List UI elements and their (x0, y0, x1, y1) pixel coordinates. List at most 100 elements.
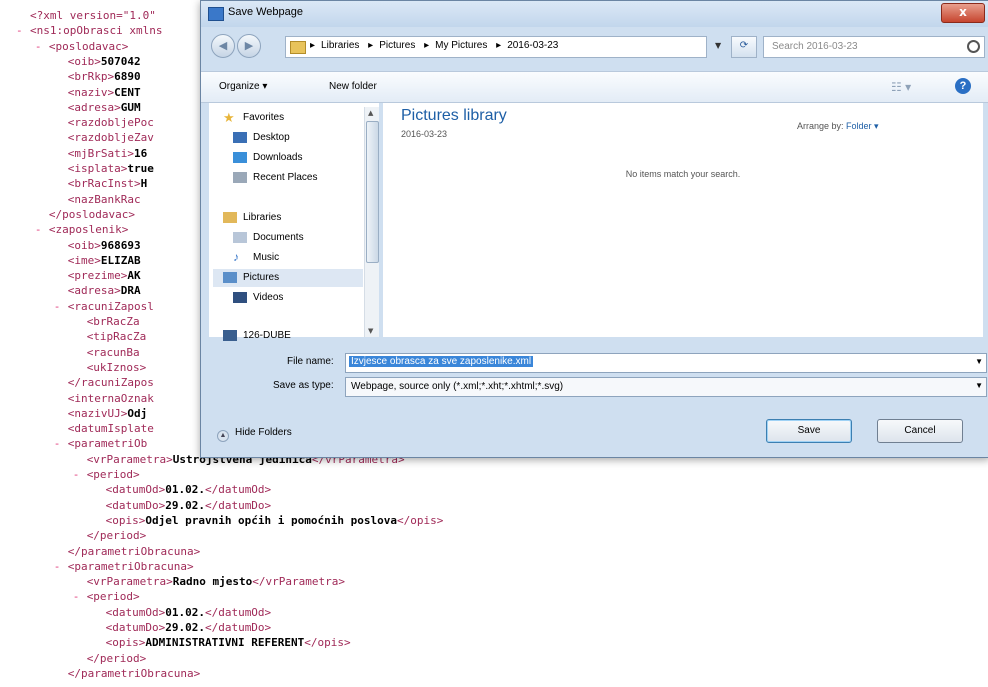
nav-label: Pictures (243, 272, 280, 283)
xml-collapse-toggle[interactable]: - (16, 24, 23, 37)
xml-tag: </parametriObracuna> (67, 544, 201, 558)
dialog-titlebar[interactable]: Save Webpage x (201, 1, 988, 27)
forward-button[interactable]: ▶ (237, 34, 261, 58)
xml-line: </racuniZapos (68, 376, 154, 389)
breadcrumb-item[interactable]: 2016-03-23 (507, 40, 558, 51)
xml-tag: <brRacZa (86, 315, 140, 328)
xml-tag: <internaOznak (67, 391, 154, 405)
xml-line: <adresa>GUM (68, 101, 141, 114)
nav-pane-scrollbar[interactable]: ▲ ▼ (364, 107, 379, 337)
xml-tag: <ns1:opObrasci xmlns (30, 24, 163, 38)
view-options-icon[interactable]: ☷ ▾ (891, 80, 913, 94)
search-input[interactable]: Search 2016-03-23 (763, 36, 985, 58)
breadcrumb-item[interactable]: Pictures (379, 40, 415, 51)
back-button[interactable]: ◀ (211, 34, 235, 58)
scroll-up-icon[interactable]: ▲ (368, 109, 373, 117)
xml-tag: <period> (86, 590, 140, 604)
xml-tag: <vrParametra> (86, 452, 173, 466)
folder-icon (290, 41, 306, 54)
xml-line: - <ns1:opObrasci xmlns (16, 24, 163, 38)
xml-close-tag: </opis> (397, 513, 444, 527)
save-type-value: Webpage, source only (*.xml;*.xht;*.xhtm… (351, 381, 564, 392)
xml-value: 01.02. (165, 605, 205, 619)
search-icon (967, 40, 980, 53)
refresh-icon: ⟳ (739, 40, 749, 51)
xml-line: <datumIsplate (68, 422, 154, 435)
address-dropdown-icon[interactable]: ▼ (715, 41, 721, 50)
close-button[interactable]: x (941, 3, 985, 23)
xml-line: - <parametriOb (54, 437, 147, 450)
documents-icon (233, 232, 247, 243)
navigation-pane: ★ Favorites Desktop Downloads Recent Pla… (209, 103, 379, 341)
scrollbar-thumb[interactable] (366, 121, 379, 263)
new-folder-button[interactable]: New folder (329, 81, 377, 92)
xml-collapse-toggle[interactable]: - (35, 40, 42, 53)
xml-line: <datumDo>29.02.</datumDo> (106, 621, 272, 634)
xml-value: ADMINISTRATIVNI REFERENT (145, 636, 305, 650)
xml-line: <datumOd>01.02.</datumOd> (106, 606, 272, 619)
libraries-icon (223, 212, 237, 223)
nav-label: Videos (253, 292, 284, 303)
breadcrumb: ▸ Libraries ▸ Pictures ▸ My Pictures ▸ 2016-… (310, 40, 559, 51)
xml-tag: <nazivUJ> (67, 406, 128, 420)
xml-line: <razdobljePoc (68, 116, 154, 129)
save-type-select[interactable]: Webpage, source only (*.xml;*.xht;*.xhtm… (345, 377, 987, 397)
xml-tag: <opis> (105, 513, 146, 527)
organize-menu[interactable]: Organize ▾ (219, 81, 267, 92)
arrange-by-dropdown[interactable]: Folder ▾ (846, 121, 879, 131)
breadcrumb-item[interactable]: My Pictures (435, 40, 487, 51)
xml-line: <adresa>DRA (68, 284, 141, 297)
search-placeholder: Search 2016-03-23 (772, 41, 858, 52)
xml-tag: <brRacInst> (67, 177, 141, 191)
xml-tag: <period> (86, 468, 140, 481)
chevron-down-icon[interactable]: ▼ (975, 357, 983, 366)
xml-tag: </period> (86, 529, 147, 543)
xml-tag: <racuniZaposl (67, 299, 154, 313)
xml-tag: <adresa> (67, 284, 121, 298)
xml-tag: <ukIznos> (86, 360, 147, 374)
xml-value: CENT (114, 85, 141, 99)
hide-folders-button[interactable]: ▲ Hide Folders (217, 427, 292, 442)
cancel-button[interactable]: Cancel (877, 419, 963, 443)
xml-line: <vrParametra>Radno mjesto</vrParametra> (87, 575, 345, 588)
xml-line: <opis>ADMINISTRATIVNI REFERENT</opis> (106, 636, 351, 649)
xml-line: - <racuniZaposl (54, 299, 154, 313)
xml-collapse-toggle[interactable]: - (73, 590, 80, 603)
xml-line: - <poslodavac> (35, 40, 128, 53)
file-name-value: Izvjesce obrasca za sve zaposlenike.xml (349, 356, 534, 367)
xml-tag: <vrParametra> (86, 575, 173, 589)
xml-value: 968693 (100, 238, 141, 252)
nav-pictures[interactable]: Pictures (213, 269, 363, 287)
library-subtitle: 2016-03-23 (401, 129, 448, 139)
xml-close-tag: </datumOd> (204, 483, 272, 497)
chevron-down-icon[interactable]: ▼ (975, 381, 983, 390)
xml-tag: </parametriObracuna> (67, 666, 201, 680)
arrange-by-label: Arrange by: (797, 121, 844, 131)
help-icon[interactable]: ? (955, 78, 971, 94)
file-list-pane[interactable]: Pictures library 2016-03-23 Arrange by: … (383, 103, 983, 337)
xml-tag: </racuniZapos (67, 376, 154, 390)
xml-line: <opis>Odjel pravnih općih i pomoćnih pos… (106, 514, 444, 527)
xml-collapse-toggle[interactable]: - (54, 300, 61, 313)
xml-line: </parametriObracuna> (68, 545, 200, 558)
xml-collapse-toggle[interactable]: - (35, 223, 42, 236)
xml-line: <?xml version="1.0" (30, 9, 156, 22)
xml-value: 01.02. (165, 483, 205, 497)
save-button[interactable]: Save (766, 419, 852, 443)
xml-line: <oib>968693 (68, 239, 141, 252)
xml-tag: <parametriObracuna> (67, 559, 194, 573)
file-name-field[interactable]: Izvjesce obrasca za sve zaposlenike.xml … (345, 353, 987, 373)
nav-label: Favorites (243, 112, 285, 123)
xml-tag: <datumIsplate (67, 422, 154, 436)
xml-tag: <brRkp> (67, 70, 115, 84)
scroll-down-icon[interactable]: ▼ (368, 327, 373, 335)
address-bar[interactable]: ▸ Libraries ▸ Pictures ▸ My Pictures ▸ 2016-… (285, 36, 707, 58)
xml-line: <oib>507042 (68, 55, 141, 68)
refresh-button[interactable]: ⟳ (731, 36, 757, 58)
breadcrumb-item[interactable]: Libraries (321, 40, 359, 51)
nav-label: Libraries (243, 212, 282, 223)
xml-collapse-toggle[interactable]: - (73, 468, 80, 481)
xml-collapse-toggle[interactable]: - (54, 560, 61, 573)
xml-collapse-toggle[interactable]: - (54, 437, 61, 450)
xml-line: <nazivUJ>Odj (68, 407, 147, 420)
